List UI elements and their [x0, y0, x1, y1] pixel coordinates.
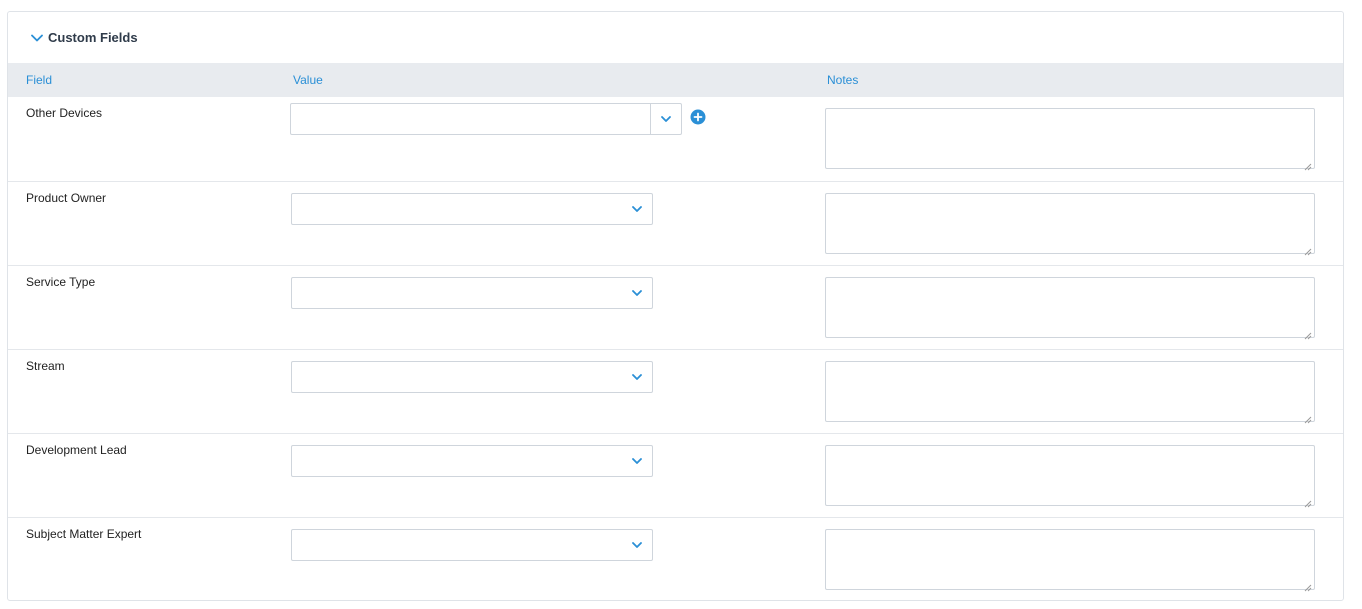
product-owner-select[interactable]	[291, 193, 653, 225]
other-devices-select[interactable]	[290, 103, 682, 135]
custom-fields-panel: Custom Fields Field Value Notes Other De…	[7, 11, 1344, 601]
table-row: Other Devices	[8, 97, 1343, 181]
table-row: Product Owner	[8, 181, 1343, 265]
field-label: Product Owner	[26, 191, 107, 205]
field-label: Stream	[26, 359, 65, 373]
field-label: Development Lead	[26, 443, 127, 457]
resize-handle-icon[interactable]	[1304, 327, 1312, 340]
table-header: Field Value Notes	[8, 63, 1343, 97]
stream-select[interactable]	[291, 361, 653, 393]
field-label: Other Devices	[26, 106, 103, 120]
table-row: Service Type	[8, 265, 1343, 349]
chevron-down-icon[interactable]	[630, 370, 644, 384]
subject-matter-expert-select[interactable]	[291, 529, 653, 561]
field-label: Subject Matter Expert	[26, 527, 142, 541]
chevron-down-icon[interactable]	[630, 454, 644, 468]
service-type-select[interactable]	[291, 277, 653, 309]
notes-textarea[interactable]	[825, 108, 1315, 171]
column-header-field: Field	[26, 73, 53, 87]
panel-title: Custom Fields	[48, 30, 138, 45]
notes-textarea[interactable]	[825, 361, 1315, 424]
notes-textarea[interactable]	[825, 193, 1315, 256]
resize-handle-icon[interactable]	[1304, 579, 1312, 592]
notes-textarea[interactable]	[825, 529, 1315, 592]
table-row: Stream	[8, 349, 1343, 433]
chevron-down-icon[interactable]	[630, 202, 644, 216]
resize-handle-icon[interactable]	[1304, 411, 1312, 424]
column-header-notes: Notes	[827, 73, 859, 87]
resize-handle-icon[interactable]	[1304, 495, 1312, 508]
notes-textarea[interactable]	[825, 445, 1315, 508]
add-value-icon[interactable]	[690, 109, 706, 125]
table-row: Development Lead	[8, 433, 1343, 517]
table-row: Subject Matter Expert	[8, 517, 1343, 601]
notes-textarea[interactable]	[825, 277, 1315, 340]
chevron-down-icon[interactable]	[659, 112, 673, 126]
chevron-down-icon[interactable]	[630, 286, 644, 300]
collapse-chevron-icon[interactable]	[30, 31, 44, 45]
field-label: Service Type	[26, 275, 96, 289]
chevron-down-icon[interactable]	[630, 538, 644, 552]
resize-handle-icon[interactable]	[1304, 243, 1312, 256]
development-lead-select[interactable]	[291, 445, 653, 477]
column-header-value: Value	[293, 73, 323, 87]
select-divider	[650, 104, 651, 134]
panel-header[interactable]: Custom Fields	[8, 12, 1343, 63]
resize-handle-icon[interactable]	[1304, 158, 1312, 171]
